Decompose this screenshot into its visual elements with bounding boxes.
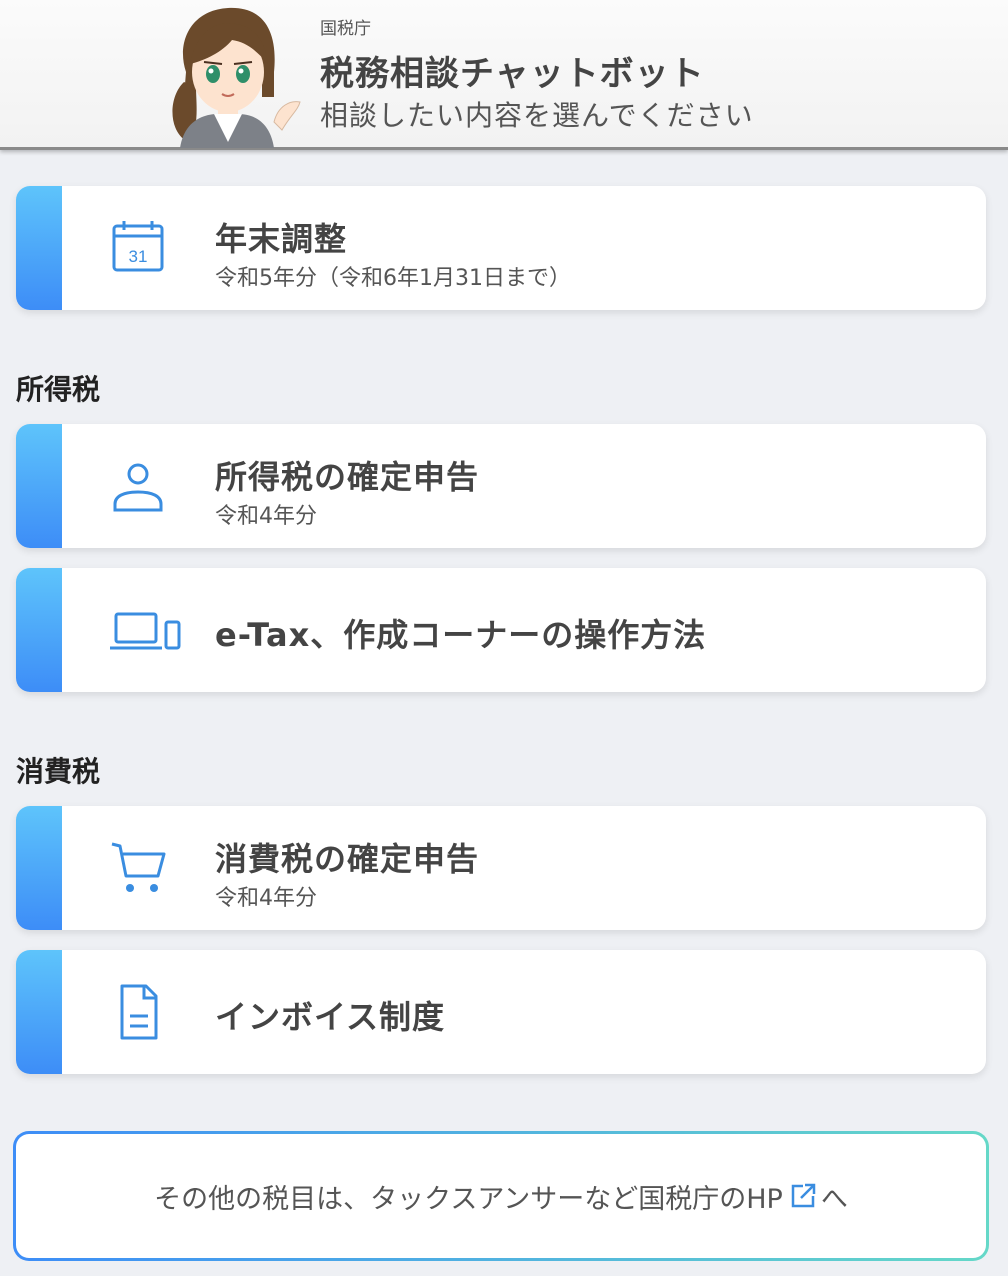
card-accent-bar <box>16 424 62 548</box>
devices-icon <box>110 612 181 650</box>
card-invoice-system[interactable]: インボイス制度 <box>16 950 986 1074</box>
card-accent-bar <box>16 950 62 1074</box>
card-etax-operation[interactable]: e-Tax、作成コーナーの操作方法 <box>16 568 986 692</box>
other-taxes-link[interactable]: その他の税目は、タックスアンサーなど国税庁のHP へ <box>13 1131 989 1261</box>
person-icon <box>113 463 163 512</box>
agency-name: 国税庁 <box>320 19 371 39</box>
other-taxes-link-box: その他の税目は、タックスアンサーなど国税庁のHP へ <box>16 1134 986 1258</box>
card-title: 所得税の確定申告 <box>215 458 480 496</box>
calendar-day-text: 31 <box>129 247 148 266</box>
card-subtitle: 令和5年分（令和6年1月31日まで） <box>215 266 571 291</box>
card-accent-bar <box>16 568 62 692</box>
other-taxes-suffix: へ <box>820 1183 848 1215</box>
section-heading-consumption-tax: 消費税 <box>16 755 101 788</box>
card-consumption-tax-return[interactable]: 消費税の確定申告 令和4年分 <box>16 806 986 930</box>
card-income-tax-return[interactable]: 所得税の確定申告 令和4年分 <box>16 424 986 548</box>
chatbot-avatar <box>172 7 301 148</box>
card-title: 消費税の確定申告 <box>215 840 480 878</box>
other-taxes-text: その他の税目は、タックスアンサーなど国税庁のHP <box>154 1183 783 1215</box>
card-subtitle: 令和4年分 <box>215 886 317 911</box>
card-subtitle: 令和4年分 <box>215 504 317 529</box>
page-subtitle: 相談したい内容を選んでください <box>320 99 754 132</box>
external-link-icon <box>791 1183 816 1208</box>
header: 国税庁 税務相談チャットボット 相談したい内容を選んでください <box>0 0 1008 150</box>
card-title: 年末調整 <box>215 220 348 258</box>
cart-icon <box>111 842 166 892</box>
card-title: インボイス制度 <box>215 998 446 1036</box>
card-accent-bar <box>16 806 62 930</box>
card-title: e-Tax、作成コーナーの操作方法 <box>215 616 707 654</box>
section-heading-income-tax: 所得税 <box>16 373 101 406</box>
card-year-end-adjustment[interactable]: 31 年末調整 令和5年分（令和6年1月31日まで） <box>16 186 986 310</box>
page-title: 税務相談チャットボット <box>320 54 705 94</box>
calendar-icon: 31 <box>112 221 164 272</box>
document-icon <box>120 984 158 1040</box>
card-accent-bar <box>16 186 62 310</box>
